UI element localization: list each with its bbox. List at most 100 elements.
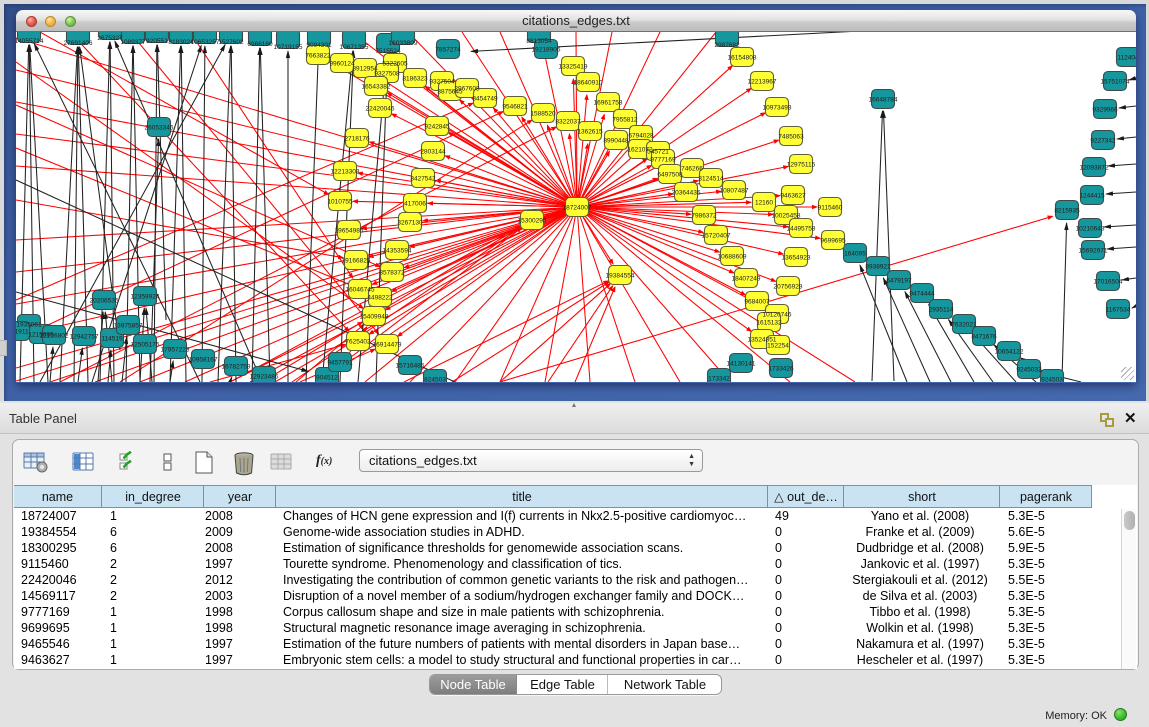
svg-text:9327504: 9327504 — [429, 79, 455, 86]
svg-text:1362615: 1362615 — [577, 129, 603, 136]
svg-text:924503: 924503 — [1041, 377, 1063, 383]
svg-text:20206536: 20206536 — [90, 298, 119, 305]
svg-text:9457791: 9457791 — [327, 360, 353, 367]
svg-text:10671355: 10671355 — [340, 44, 369, 51]
svg-text:9245032: 9245032 — [1016, 367, 1042, 374]
svg-text:9777169: 9777169 — [650, 157, 676, 164]
svg-text:8990448: 8990448 — [603, 138, 629, 145]
svg-text:7485063: 7485063 — [778, 134, 804, 141]
svg-text:112404: 112404 — [1117, 55, 1136, 62]
svg-text:15409948: 15409948 — [360, 314, 389, 321]
svg-text:20756928: 20756928 — [774, 284, 803, 291]
svg-text:4498222: 4498222 — [367, 295, 393, 302]
svg-text:7515524: 7515524 — [375, 48, 401, 55]
svg-text:1167534: 1167534 — [1106, 307, 1131, 314]
svg-text:16046745: 16046745 — [346, 287, 375, 294]
svg-text:3267130: 3267130 — [397, 220, 423, 227]
svg-text:12505175: 12505175 — [131, 342, 160, 349]
svg-text:9960124: 9960124 — [329, 61, 355, 68]
svg-text:1935061: 1935061 — [16, 322, 42, 329]
svg-text:9474444: 9474444 — [909, 291, 935, 298]
svg-text:9327508: 9327508 — [374, 71, 400, 78]
svg-text:9463627: 9463627 — [780, 193, 806, 200]
svg-text:746266: 746266 — [681, 166, 703, 173]
svg-text:12942757: 12942757 — [70, 334, 99, 341]
svg-text:10973493: 10973493 — [763, 105, 792, 112]
svg-text:8427542: 8427542 — [410, 176, 436, 183]
svg-text:22420046: 22420046 — [366, 106, 395, 113]
svg-text:9115460: 9115460 — [818, 205, 843, 212]
svg-text:27691406: 27691406 — [64, 40, 93, 47]
svg-text:19384554: 19384554 — [606, 273, 635, 280]
svg-text:9094301: 9094301 — [306, 42, 332, 49]
svg-text:1244415: 1244415 — [1079, 193, 1105, 200]
svg-text:7857274: 7857274 — [435, 47, 461, 54]
svg-text:14495758: 14495758 — [787, 226, 816, 233]
svg-text:8186323: 8186323 — [402, 76, 428, 83]
svg-text:12923486: 12923486 — [250, 374, 279, 381]
svg-text:13325419: 13325419 — [559, 64, 588, 71]
svg-text:1733426: 1733426 — [768, 366, 794, 373]
svg-text:19654985: 19654985 — [335, 228, 364, 235]
svg-text:9699695: 9699695 — [820, 238, 846, 245]
svg-text:13654923: 13654923 — [782, 255, 811, 262]
svg-text:18724007: 18724007 — [563, 205, 592, 212]
svg-text:904512: 904512 — [316, 375, 338, 382]
svg-text:7663822: 7663822 — [305, 53, 331, 60]
svg-text:15300295: 15300295 — [518, 218, 547, 225]
svg-text:2967608: 2967608 — [454, 86, 480, 93]
svg-text:10120746: 10120746 — [763, 312, 792, 319]
svg-text:164095: 164095 — [844, 251, 866, 258]
svg-text:18640910: 18640910 — [574, 80, 603, 87]
svg-text:10719155: 10719155 — [274, 44, 303, 51]
svg-text:9684007: 9684007 — [744, 299, 770, 306]
svg-text:9227342: 9227342 — [1090, 138, 1116, 145]
svg-text:7986372: 7986372 — [691, 213, 717, 220]
svg-text:14130141: 14130141 — [727, 361, 756, 368]
svg-text:26053346: 26053346 — [145, 125, 174, 132]
svg-text:9329966: 9329966 — [1092, 107, 1118, 114]
svg-text:7625402: 7625402 — [345, 339, 371, 346]
svg-text:1010755: 1010755 — [327, 199, 353, 206]
svg-text:12213303: 12213303 — [331, 169, 360, 176]
svg-text:9242845: 9242845 — [424, 124, 450, 131]
svg-text:12213967: 12213967 — [748, 79, 777, 86]
svg-text:8322037: 8322037 — [555, 119, 581, 126]
svg-text:2935114: 2935114 — [929, 307, 954, 314]
svg-text:12359924: 12359924 — [131, 294, 160, 301]
svg-text:20364436: 20364436 — [672, 190, 701, 197]
svg-text:8813054: 8813054 — [526, 38, 552, 45]
svg-text:824503: 824503 — [424, 377, 446, 383]
svg-text:391911: 391911 — [16, 329, 29, 336]
svg-text:12160: 12160 — [755, 200, 773, 207]
svg-text:9546821: 9546821 — [502, 104, 528, 111]
svg-text:173342: 173342 — [708, 376, 730, 383]
svg-text:14353594: 14353594 — [383, 248, 412, 255]
svg-text:17016504: 17016504 — [1094, 279, 1123, 286]
svg-text:2987682: 2987682 — [714, 42, 740, 49]
svg-text:12156802: 12156802 — [40, 333, 69, 340]
svg-text:10958167: 10958167 — [189, 357, 218, 364]
svg-text:1615132: 1615132 — [756, 320, 782, 327]
svg-text:10807487: 10807487 — [720, 188, 749, 195]
svg-text:16648784: 16648784 — [869, 97, 898, 104]
svg-text:17957223: 17957223 — [161, 347, 190, 354]
svg-text:14055714: 14055714 — [16, 38, 44, 45]
svg-text:6497508: 6497508 — [657, 172, 683, 179]
svg-text:16961758: 16961758 — [594, 100, 623, 107]
svg-text:3124514: 3124514 — [698, 176, 724, 183]
svg-text:152254: 152254 — [767, 343, 789, 350]
svg-text:19218906: 19218906 — [532, 47, 561, 54]
svg-text:8471676: 8471676 — [971, 334, 997, 341]
svg-text:16782759: 16782759 — [222, 364, 251, 371]
svg-text:5322605: 5322605 — [382, 61, 408, 68]
svg-text:6479197: 6479197 — [886, 278, 912, 285]
svg-text:1089377: 1089377 — [120, 39, 146, 46]
svg-text:10210643: 10210643 — [1076, 226, 1105, 233]
svg-text:920551: 920551 — [146, 38, 168, 45]
svg-text:16543382: 16543382 — [362, 84, 391, 91]
svg-text:16154808: 16154808 — [728, 55, 757, 62]
svg-text:2803144: 2803144 — [420, 149, 446, 156]
svg-text:19166825: 19166825 — [342, 258, 371, 265]
svg-text:1527602: 1527602 — [218, 39, 244, 46]
